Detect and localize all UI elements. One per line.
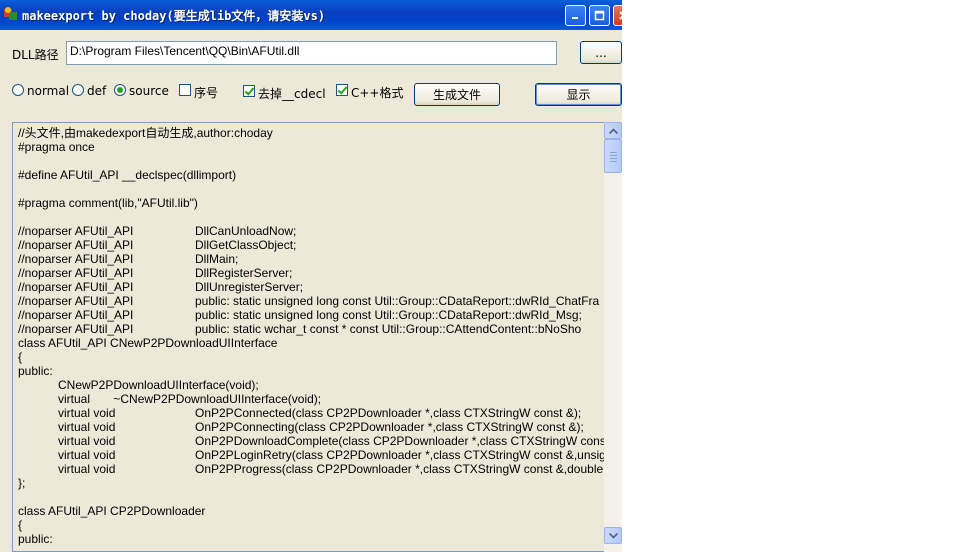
checkbox-ordinal-control[interactable] — [179, 84, 191, 96]
close-button[interactable] — [613, 5, 622, 26]
close-icon — [619, 11, 622, 20]
code-line-text: //noparser AFUtil_API — [18, 280, 134, 294]
dll-path-input[interactable]: D:\Program Files\Tencent\QQ\Bin\AFUtil.d… — [66, 41, 557, 65]
radio-def-label: def — [87, 84, 107, 98]
code-line-text-col2: DllRegisterServer; — [195, 266, 293, 280]
code-line-text-col2: DllMain; — [195, 252, 239, 266]
minimize-button[interactable] — [565, 5, 586, 26]
code-line-text-col2: public: static wchar_t const * const Uti… — [195, 322, 582, 336]
app-icon — [4, 7, 17, 20]
code-line-text: }; — [18, 476, 26, 490]
radio-normal-label: normal — [27, 84, 70, 98]
maximize-icon — [594, 10, 605, 21]
code-line-text: virtual void — [18, 448, 116, 462]
code-line-text: virtual void — [18, 434, 116, 448]
code-line-text: //noparser AFUtil_API — [18, 322, 134, 336]
code-line-text: #define AFUtil_API __declspec(dllimport) — [18, 168, 237, 182]
window-title: makeexport by choday(要生成lib文件，请安装vs) — [22, 9, 326, 23]
code-line-text: //noparser AFUtil_API — [18, 266, 134, 280]
show-button[interactable]: 显示 — [535, 83, 622, 106]
title-bar[interactable]: makeexport by choday(要生成lib文件，请安装vs) — [0, 0, 622, 30]
code-line-text: #pragma comment(lib,"AFUtil.lib") — [18, 196, 198, 210]
code-line-text-col2: OnP2PConnected(class CP2PDownloader *,cl… — [195, 406, 582, 420]
code-line-text-col2: OnP2PLoginRetry(class CP2PDownloader *,c… — [195, 448, 613, 462]
code-line-text-col2: DllGetClassObject; — [195, 238, 297, 252]
code-line-text: class AFUtil_API CP2PDownloader — [18, 504, 206, 518]
code-output-textarea[interactable]: //头文件,由makedexport自动生成,author:choday #pra… — [12, 122, 622, 552]
scroll-down-button[interactable] — [604, 527, 622, 544]
checkbox-cpp-format-label: C++格式 — [351, 86, 404, 100]
arrow-up-icon — [608, 127, 618, 134]
maximize-button[interactable] — [589, 5, 610, 26]
code-line-text: virtual void — [18, 420, 116, 434]
code-line-text: //noparser AFUtil_API — [18, 308, 134, 322]
code-line-text: virtual void — [18, 462, 116, 476]
radio-def-control[interactable] — [72, 84, 84, 96]
radio-source-label: source — [129, 84, 169, 98]
scroll-thumb[interactable] — [604, 139, 622, 173]
checkbox-remove-cdecl-label: 去掉__cdecl — [258, 87, 326, 101]
dll-path-label: DLL路径 — [12, 48, 59, 62]
app-window: makeexport by choday(要生成lib文件，请安装vs) DLL… — [0, 0, 622, 552]
scroll-up-button[interactable] — [604, 122, 622, 139]
checkbox-ordinal-label: 序号 — [194, 86, 219, 100]
code-line-text: public: — [18, 532, 53, 546]
code-line-text: { — [18, 518, 23, 532]
radio-normal-control[interactable] — [12, 84, 24, 96]
code-line-text-col2: OnP2PDownloadComplete(class CP2PDownload… — [195, 434, 610, 448]
code-line-text: //noparser AFUtil_API — [18, 252, 134, 266]
code-line-text: //noparser AFUtil_API — [18, 238, 134, 252]
code-line-text-col2: DllCanUnloadNow; — [195, 224, 297, 238]
code-line-text: class AFUtil_API CNewP2PDownloadUIInterf… — [18, 336, 278, 350]
vertical-scrollbar[interactable] — [604, 122, 622, 552]
generate-file-button[interactable]: 生成文件 — [414, 83, 500, 106]
code-line-text: //noparser AFUtil_API — [18, 294, 134, 308]
code-line-text-col2: DllUnregisterServer; — [195, 280, 304, 294]
browse-button[interactable]: ... — [580, 41, 622, 64]
code-line-text: //头文件,由makedexport自动生成,author:choday — [18, 126, 273, 140]
code-line-text-col2: OnP2PConnecting(class CP2PDownloader *,c… — [195, 420, 584, 434]
code-line-text-col2: public: static unsigned long const Util:… — [195, 294, 600, 308]
code-line-text: CNewP2PDownloadUIInterface(void); — [18, 378, 259, 392]
arrow-down-icon — [608, 532, 618, 539]
minimize-icon — [572, 17, 578, 19]
code-line-text: virtual ~CNewP2PDownloadUIInterface(void… — [18, 392, 322, 406]
code-line-text: #pragma once — [18, 140, 95, 154]
checkbox-remove-cdecl-control[interactable] — [243, 85, 255, 97]
code-line-text: { — [18, 350, 23, 364]
checkbox-cpp-format-control[interactable] — [336, 84, 348, 96]
code-line-text: public: — [18, 364, 53, 378]
code-line-text: //noparser AFUtil_API — [18, 224, 134, 238]
radio-source-control[interactable] — [114, 84, 126, 96]
code-line-text: virtual void — [18, 406, 116, 420]
code-line-text-col2: OnP2PProgress(class CP2PDownloader *,cla… — [195, 462, 614, 476]
code-line-text-col2: public: static unsigned long const Util:… — [195, 308, 582, 322]
